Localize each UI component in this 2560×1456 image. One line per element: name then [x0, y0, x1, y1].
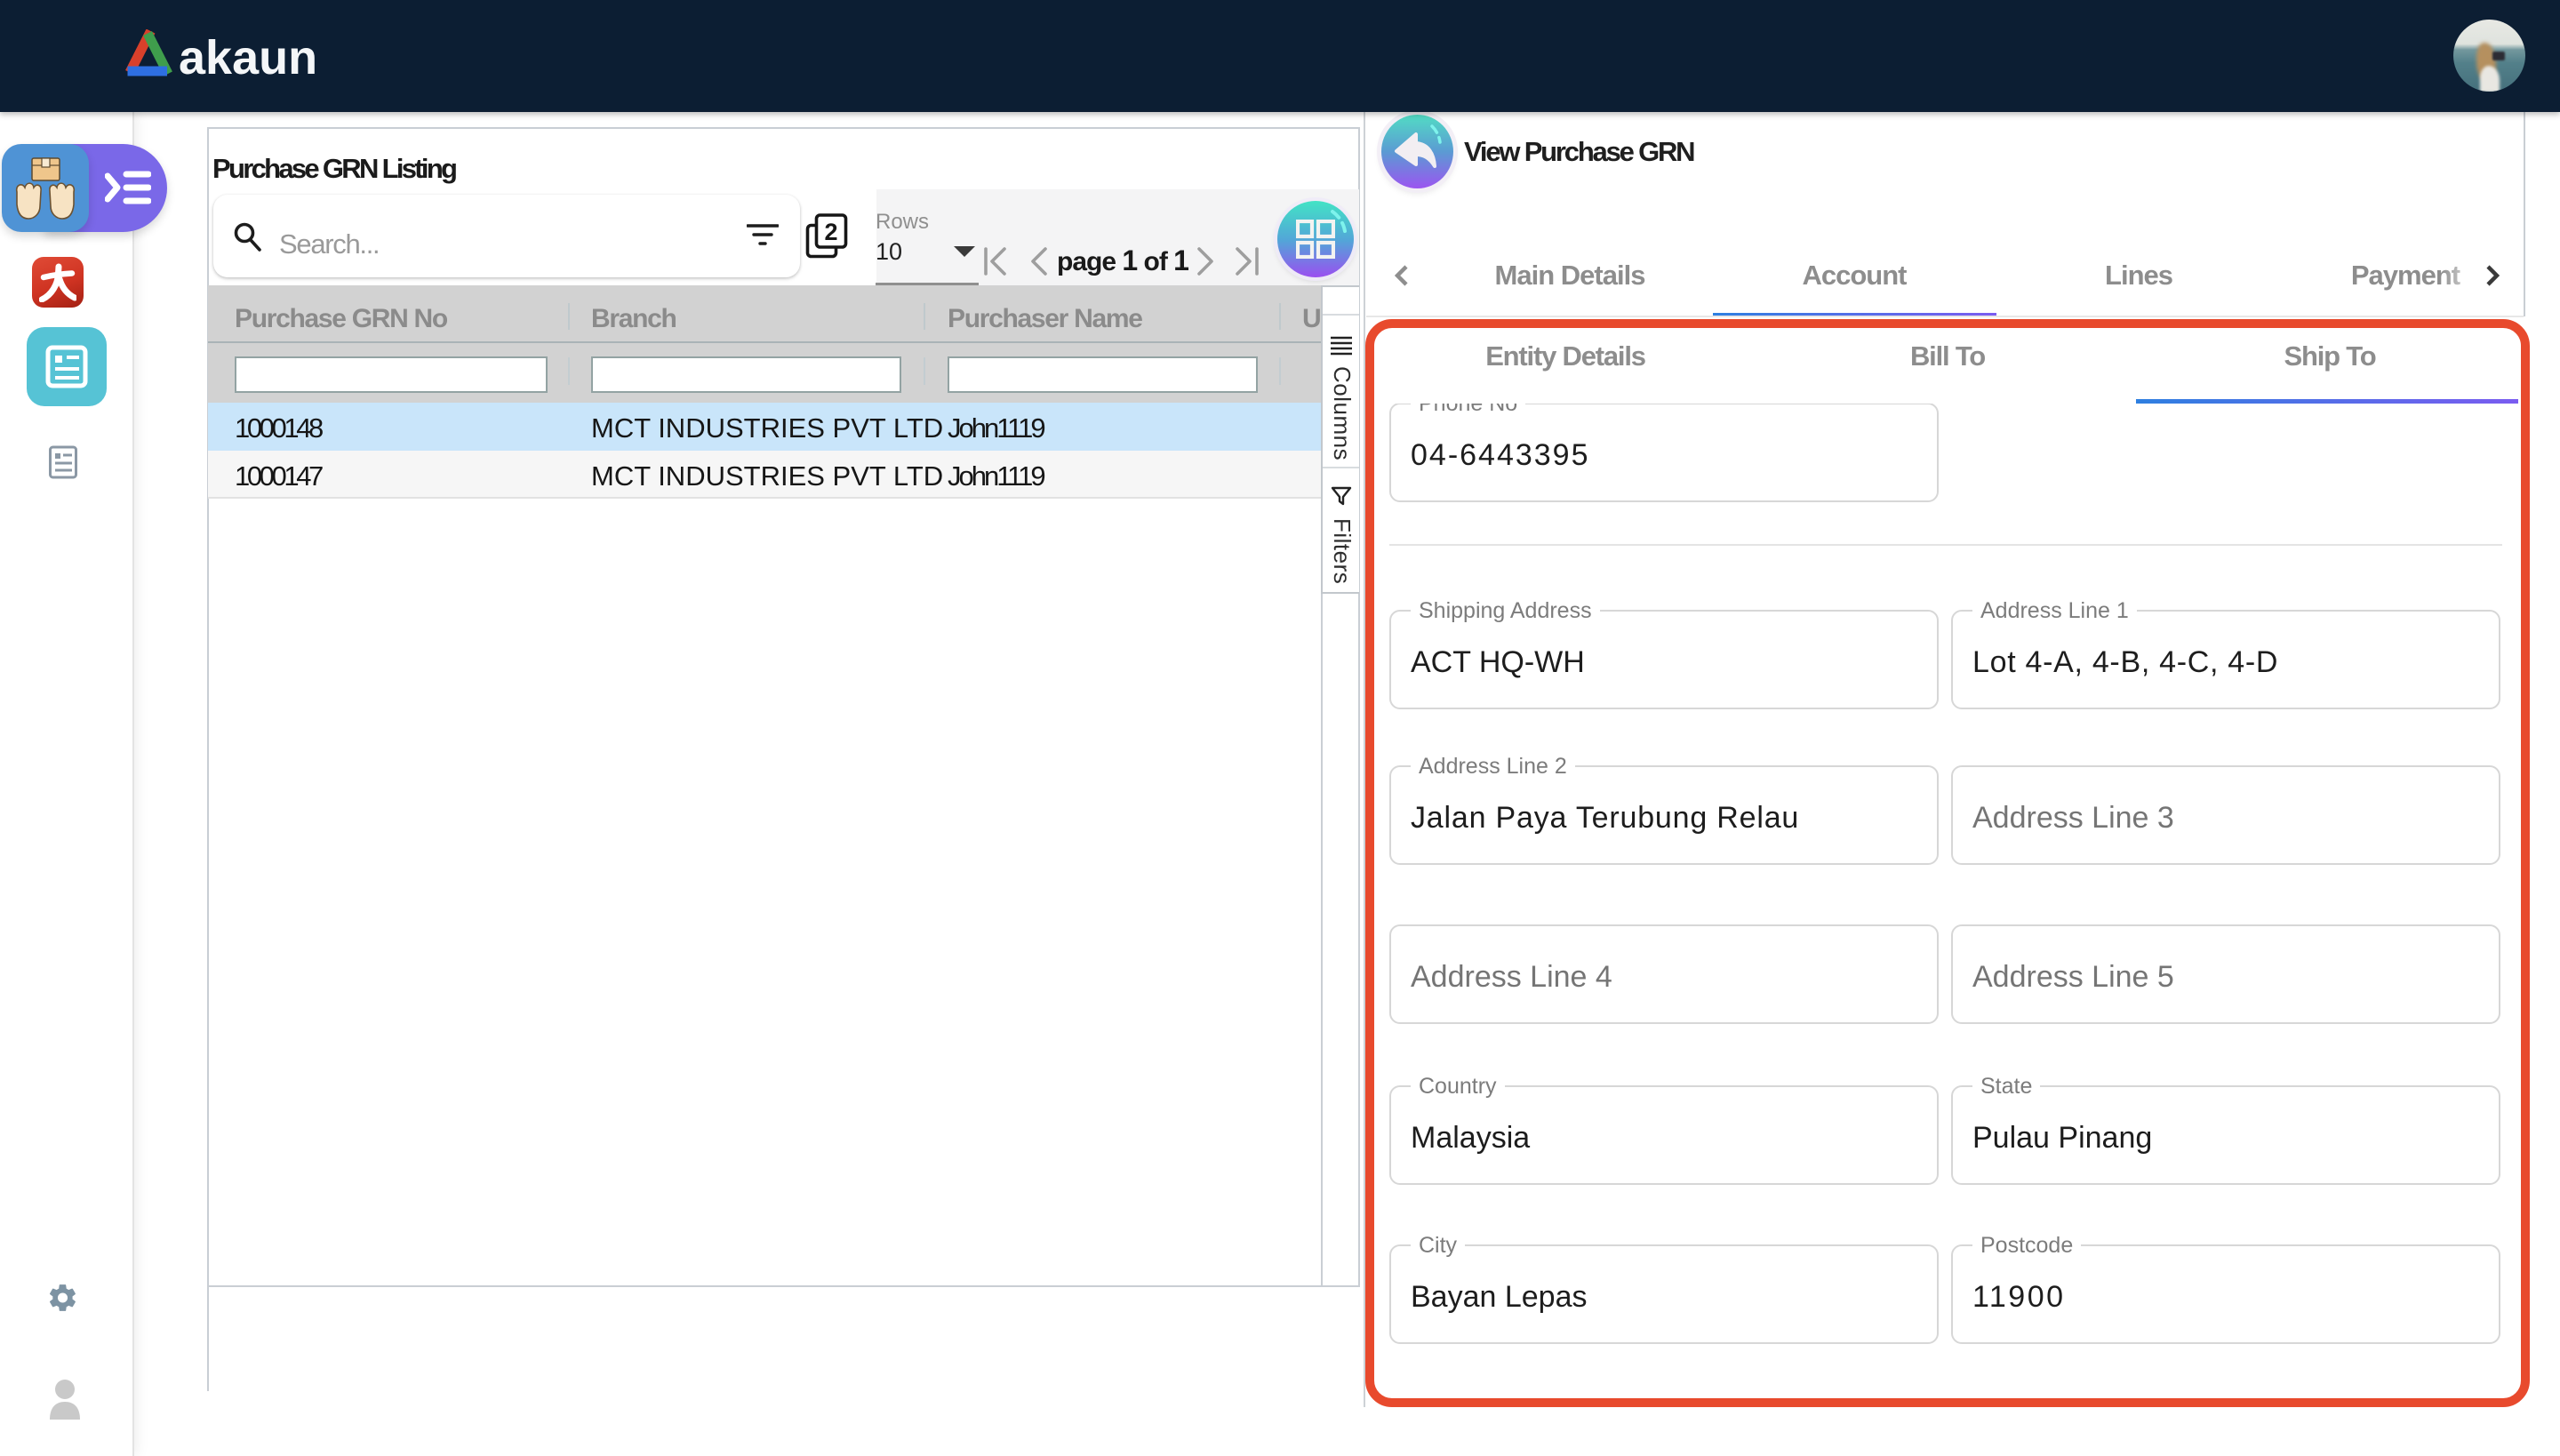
svg-text:2: 2 — [824, 219, 837, 245]
